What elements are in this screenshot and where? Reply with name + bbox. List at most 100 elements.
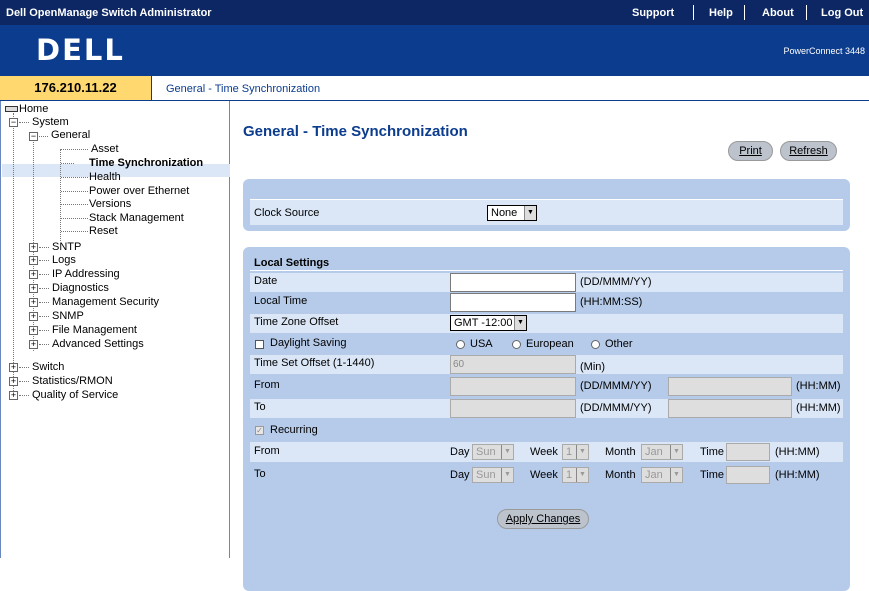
page-title: General - Time Synchronization — [243, 123, 468, 140]
dst-from-time-input[interactable] — [668, 377, 792, 396]
tree-item-ip-addressing[interactable]: IP Addressing — [52, 268, 120, 281]
expand-icon[interactable]: + — [9, 391, 18, 400]
from-week-select[interactable]: 1 ▼ — [562, 444, 589, 460]
collapse-icon[interactable]: − — [9, 118, 18, 127]
clock-source-select[interactable]: None ▼ — [487, 205, 537, 221]
day-label: Day — [450, 469, 470, 481]
time-format-hint: (HH:MM) — [775, 469, 820, 481]
tree-item-advanced-settings[interactable]: Advanced Settings — [52, 338, 144, 351]
expand-icon[interactable]: + — [29, 312, 38, 321]
dropdown-arrow-icon: ▼ — [501, 445, 513, 459]
month-label: Month — [605, 469, 636, 481]
date-row: Date (DD/MMM/YY) — [250, 273, 843, 292]
dropdown-arrow-icon: ▼ — [514, 316, 526, 330]
tree-line — [39, 302, 49, 303]
tree-item-statistics-rmon[interactable]: Statistics/RMON — [32, 375, 113, 388]
refresh-button[interactable]: Refresh — [780, 141, 837, 161]
tree-item-time-sync[interactable]: Time Synchronization — [89, 157, 203, 170]
separator — [693, 5, 694, 20]
help-link[interactable]: Help — [709, 7, 733, 19]
expand-icon[interactable]: + — [9, 363, 18, 372]
date-label: Date — [254, 275, 278, 287]
dst-to-date-input[interactable] — [450, 399, 576, 418]
expand-icon[interactable]: + — [29, 243, 38, 252]
collapse-icon[interactable]: − — [29, 132, 38, 141]
time-set-offset-row: Time Set Offset (1-1440) 60 (Min) — [250, 355, 843, 374]
dropdown-arrow-icon: ▼ — [501, 468, 513, 482]
tree-item-system[interactable]: System — [32, 116, 69, 129]
dropdown-arrow-icon: ▼ — [670, 468, 682, 482]
time-label: Time — [700, 446, 725, 458]
expand-icon[interactable]: + — [29, 298, 38, 307]
tree-line — [19, 122, 29, 123]
radio-usa[interactable] — [456, 340, 465, 349]
tree-line — [39, 344, 49, 345]
date-format-hint: (DD/MMM/YY) — [580, 380, 652, 392]
tree-line — [19, 381, 29, 382]
tree-item-reset[interactable]: Reset — [89, 225, 118, 238]
separator — [806, 5, 807, 20]
date-format-hint: (DD/MMM/YY) — [580, 402, 652, 414]
expand-icon[interactable]: + — [29, 270, 38, 279]
radio-other[interactable] — [591, 340, 600, 349]
tree-item-switch[interactable]: Switch — [32, 361, 64, 374]
tree-item-stack-management[interactable]: Stack Management — [89, 212, 184, 225]
tree-item-health[interactable]: Health — [89, 171, 121, 184]
radio-usa-label: USA — [470, 338, 493, 350]
from-day-select[interactable]: Sun ▼ — [472, 444, 514, 460]
to-label: To — [254, 401, 266, 413]
daylight-saving-row: Daylight Saving USA European Other — [250, 335, 843, 354]
expand-icon[interactable]: + — [9, 377, 18, 386]
tree-line — [61, 204, 88, 205]
home-item[interactable]: Home — [5, 103, 48, 116]
daylight-saving-checkbox[interactable] — [255, 340, 264, 349]
date-input[interactable] — [450, 273, 576, 292]
tree-item-versions[interactable]: Versions — [89, 198, 131, 211]
expand-icon[interactable]: + — [29, 256, 38, 265]
tree-item-snmp[interactable]: SNMP — [52, 310, 84, 323]
support-link[interactable]: Support — [632, 7, 674, 19]
expand-icon[interactable]: + — [29, 326, 38, 335]
expand-icon[interactable]: + — [29, 284, 38, 293]
tree-line — [61, 218, 88, 219]
logout-link[interactable]: Log Out — [821, 7, 863, 19]
recurring-checkbox[interactable]: ✓ — [255, 426, 264, 435]
tree-item-file-management[interactable]: File Management — [52, 324, 137, 337]
time-set-offset-input[interactable]: 60 — [450, 355, 576, 374]
from-month-select[interactable]: Jan ▼ — [641, 444, 683, 460]
to-day-select[interactable]: Sun ▼ — [472, 467, 514, 483]
tree-item-diagnostics[interactable]: Diagnostics — [52, 282, 109, 295]
from-label: From — [254, 379, 280, 391]
tree-item-quality-of-service[interactable]: Quality of Service — [32, 389, 118, 402]
tree-item-sntp[interactable]: SNTP — [52, 241, 81, 254]
tree-item-poe[interactable]: Power over Ethernet — [89, 185, 189, 198]
print-button[interactable]: Print — [728, 141, 773, 161]
radio-other-label: Other — [605, 338, 633, 350]
to-time-input[interactable] — [726, 466, 770, 484]
banner: DELL PowerConnect 3448 — [0, 25, 869, 76]
tree-item-management-security[interactable]: Management Security — [52, 296, 159, 309]
timezone-row: Time Zone Offset GMT -12:00 ▼ — [250, 314, 843, 333]
separator — [744, 5, 745, 20]
product-name: PowerConnect 3448 — [783, 46, 865, 56]
local-time-label: Local Time — [254, 295, 308, 307]
time-set-offset-label: Time Set Offset (1-1440) — [254, 357, 375, 369]
dst-from-date-input[interactable] — [450, 377, 576, 396]
tree-item-asset[interactable]: Asset — [91, 143, 119, 156]
from-time-input[interactable] — [726, 443, 770, 461]
local-time-input[interactable] — [450, 293, 576, 312]
to-month-select[interactable]: Jan ▼ — [641, 467, 683, 483]
tree-item-general[interactable]: General — [51, 129, 90, 142]
top-bar: Dell OpenManage Switch Administrator Sup… — [0, 0, 869, 25]
offset-unit: (Min) — [580, 361, 606, 373]
dst-to-time-input[interactable] — [668, 399, 792, 418]
to-week-select[interactable]: 1 ▼ — [562, 467, 589, 483]
timezone-select[interactable]: GMT -12:00 ▼ — [450, 315, 527, 331]
apply-changes-button[interactable]: Apply Changes — [497, 509, 589, 529]
about-link[interactable]: About — [762, 7, 794, 19]
expand-icon[interactable]: + — [29, 340, 38, 349]
timezone-label: Time Zone Offset — [254, 316, 339, 328]
tree-item-logs[interactable]: Logs — [52, 254, 76, 267]
local-settings-panel: Local Settings Date (DD/MMM/YY) Local Ti… — [243, 247, 850, 591]
radio-european[interactable] — [512, 340, 521, 349]
